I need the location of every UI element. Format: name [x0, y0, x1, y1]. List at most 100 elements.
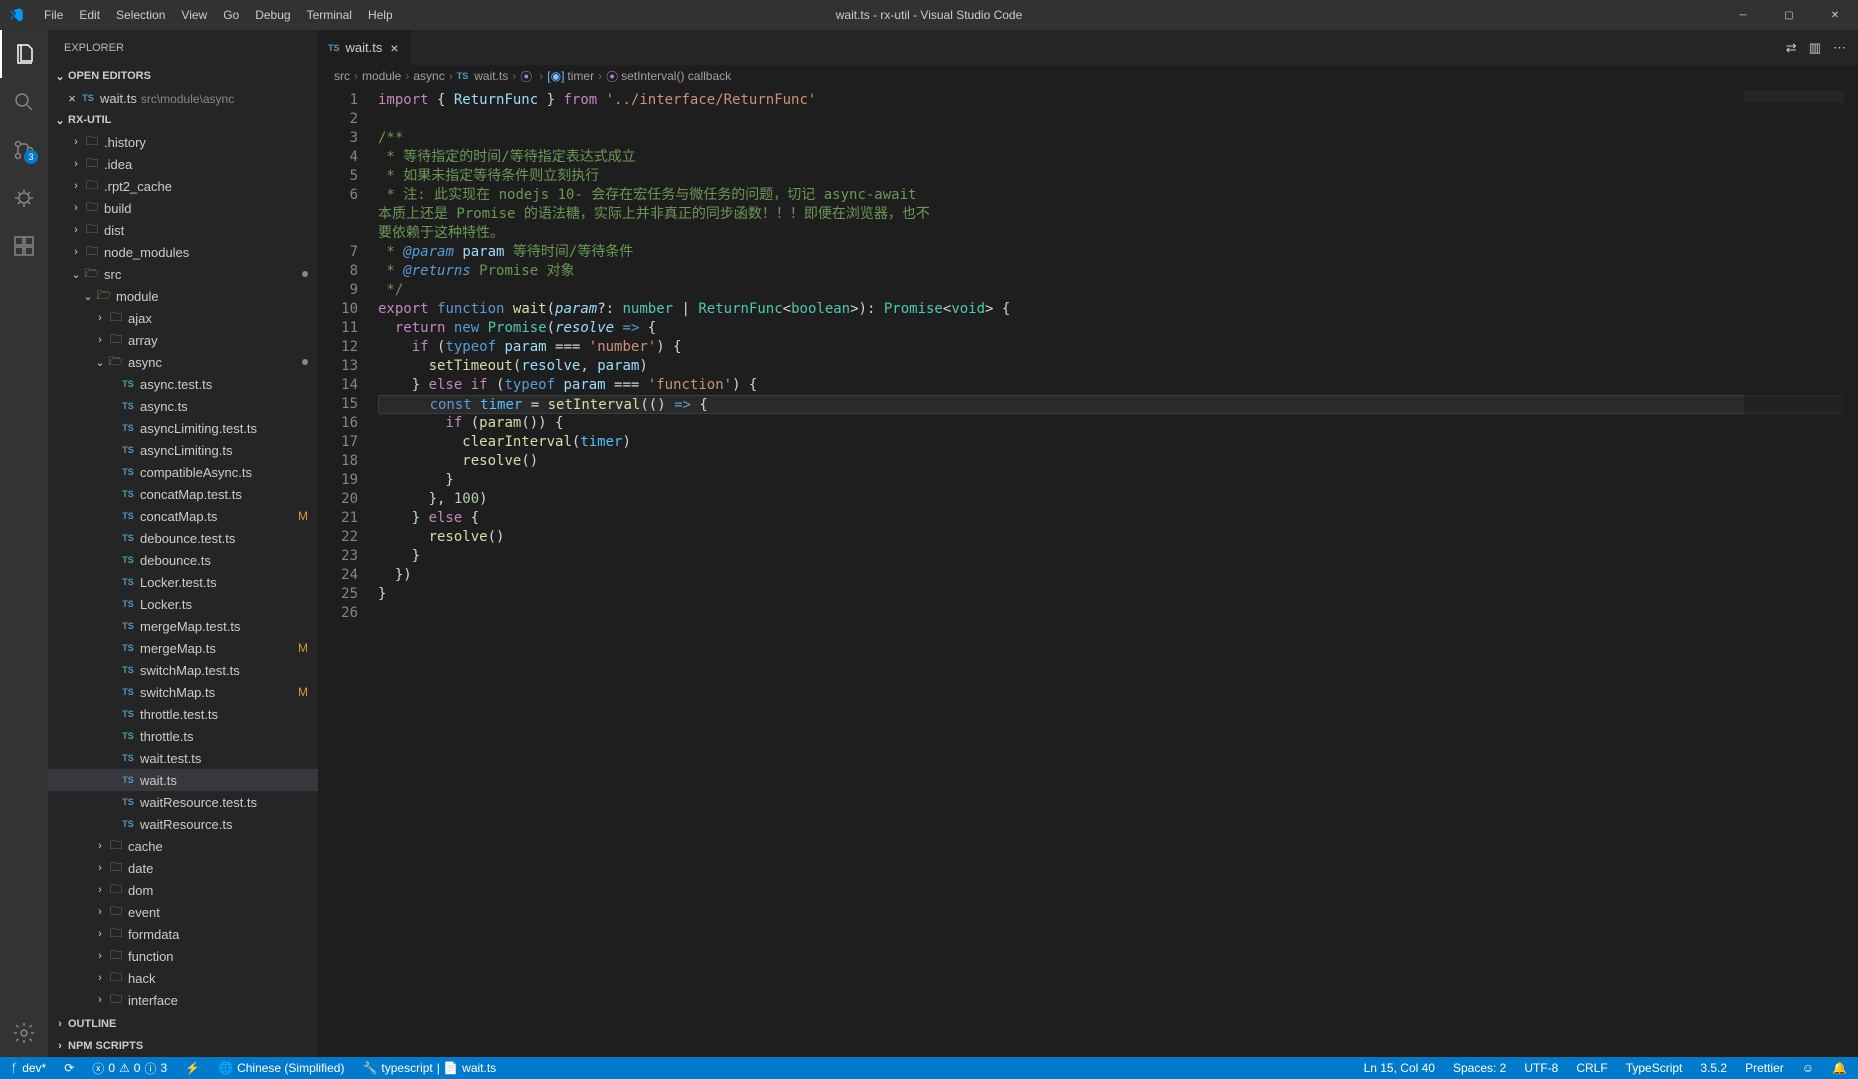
code-line-6[interactable]: * 注: 此实现在 nodejs 10- 会存在宏任务与微任务的问题，切记 as… [378, 186, 938, 243]
code-line-12[interactable]: if (typeof param === 'number') { [378, 338, 1858, 357]
folder-.idea[interactable]: ›🗀.idea [48, 153, 318, 175]
breadcrumb-item[interactable]: TSwait.ts [457, 69, 509, 83]
menu-debug[interactable]: Debug [247, 4, 298, 26]
code-line-16[interactable]: if (param()) { [378, 414, 1858, 433]
folder-formdata[interactable]: ›🗀formdata [48, 923, 318, 945]
minimap[interactable] [1744, 87, 1844, 1057]
file-waitResource.ts[interactable]: TSwaitResource.ts [48, 813, 318, 835]
file-throttle.test.ts[interactable]: TSthrottle.test.ts [48, 703, 318, 725]
folder-src[interactable]: ⌄🗁src [48, 263, 318, 285]
status-feedback-icon[interactable]: ☺ [1799, 1061, 1817, 1075]
folder-function[interactable]: ›🗀function [48, 945, 318, 967]
status-problems[interactable]: ⓧ 0 ⚠ 0 ⓘ 3 [89, 1060, 170, 1077]
npm-scripts-header[interactable]: › NPM SCRIPTS [48, 1035, 318, 1057]
code-line-19[interactable]: } [378, 471, 1858, 490]
file-debounce.test.ts[interactable]: TSdebounce.test.ts [48, 527, 318, 549]
file-debounce.ts[interactable]: TSdebounce.ts [48, 549, 318, 571]
code-line-21[interactable]: } else { [378, 509, 1858, 528]
menu-go[interactable]: Go [215, 4, 247, 26]
file-Locker.ts[interactable]: TSLocker.ts [48, 593, 318, 615]
open-editors-header[interactable]: ⌄ OPEN EDITORS [48, 65, 318, 87]
close-button[interactable]: ✕ [1812, 0, 1858, 30]
folder-dom[interactable]: ›🗀dom [48, 879, 318, 901]
breadcrumb-item[interactable]: ⦿ [520, 68, 535, 85]
folder-cache[interactable]: ›🗀cache [48, 835, 318, 857]
folder-event[interactable]: ›🗀event [48, 901, 318, 923]
code-line-20[interactable]: }, 100) [378, 490, 1858, 509]
code-line-15[interactable]: const timer = setInterval(() => { [378, 395, 1858, 414]
code-line-24[interactable]: }) [378, 566, 1858, 585]
code-line-17[interactable]: clearInterval(timer) [378, 433, 1858, 452]
code-line-25[interactable]: } [378, 585, 1858, 604]
breadcrumb-item[interactable]: async [413, 69, 444, 83]
vertical-scrollbar[interactable] [1844, 87, 1858, 1057]
code-line-5[interactable]: * 如果未指定等待条件则立刻执行 [378, 167, 1858, 186]
status-live[interactable]: ⚡ [182, 1061, 203, 1075]
file-asyncLimiting.test.ts[interactable]: TSasyncLimiting.test.ts [48, 417, 318, 439]
code-line-13[interactable]: setTimeout(resolve, param) [378, 357, 1858, 376]
code-line-7[interactable]: * @param param 等待时间/等待条件 [378, 243, 1858, 262]
folder-node_modules[interactable]: ›🗀node_modules [48, 241, 318, 263]
code-line-18[interactable]: resolve() [378, 452, 1858, 471]
folder-dist[interactable]: ›🗀dist [48, 219, 318, 241]
breadcrumbs[interactable]: src›module›async›TSwait.ts›⦿ ›[◉]timer›⦿… [318, 65, 1858, 87]
activity-settings[interactable] [0, 1009, 48, 1057]
folder-array[interactable]: ›🗀array [48, 329, 318, 351]
status-encoding[interactable]: UTF-8 [1521, 1061, 1561, 1075]
activity-extensions[interactable] [0, 222, 48, 270]
project-header[interactable]: ⌄ RX-UTIL [48, 109, 318, 131]
activity-explorer[interactable] [0, 30, 48, 78]
minimize-button[interactable]: ─ [1720, 0, 1766, 30]
file-waitResource.test.ts[interactable]: TSwaitResource.test.ts [48, 791, 318, 813]
file-tree[interactable]: ›🗀.history›🗀.idea›🗀.rpt2_cache›🗀build›🗀d… [48, 131, 318, 1013]
code-line-26[interactable] [378, 604, 1858, 623]
more-actions-icon[interactable]: ⋯ [1833, 40, 1846, 56]
file-async.test.ts[interactable]: TSasync.test.ts [48, 373, 318, 395]
breadcrumb-item[interactable]: module [362, 69, 401, 83]
status-branch[interactable]: ᚶ dev* [8, 1061, 49, 1075]
menu-file[interactable]: File [36, 4, 71, 26]
file-Locker.test.ts[interactable]: TSLocker.test.ts [48, 571, 318, 593]
code-line-9[interactable]: */ [378, 281, 1858, 300]
folder-interface[interactable]: ›🗀interface [48, 989, 318, 1011]
code-line-1[interactable]: import { ReturnFunc } from '../interface… [378, 91, 1858, 110]
file-async.ts[interactable]: TSasync.ts [48, 395, 318, 417]
file-throttle.ts[interactable]: TSthrottle.ts [48, 725, 318, 747]
file-wait.test.ts[interactable]: TSwait.test.ts [48, 747, 318, 769]
tab-wait-ts[interactable]: TS wait.ts × [318, 30, 412, 65]
menu-view[interactable]: View [173, 4, 215, 26]
activity-debug[interactable] [0, 174, 48, 222]
status-ts-version[interactable]: 3.5.2 [1697, 1061, 1730, 1075]
menu-edit[interactable]: Edit [71, 4, 108, 26]
code-line-10[interactable]: export function wait(param?: number | Re… [378, 300, 1858, 319]
folder-build[interactable]: ›🗀build [48, 197, 318, 219]
folder-date[interactable]: ›🗀date [48, 857, 318, 879]
status-eol[interactable]: CRLF [1573, 1061, 1610, 1075]
folder-async[interactable]: ⌄🗁async [48, 351, 318, 373]
folder-.rpt2_cache[interactable]: ›🗀.rpt2_cache [48, 175, 318, 197]
split-editor-icon[interactable]: ▥ [1809, 40, 1821, 56]
status-language-mode[interactable]: TypeScript [1623, 1061, 1686, 1075]
file-switchMap.ts[interactable]: TSswitchMap.tsM [48, 681, 318, 703]
code-line-3[interactable]: /** [378, 129, 1858, 148]
code-line-23[interactable]: } [378, 547, 1858, 566]
file-compatibleAsync.ts[interactable]: TScompatibleAsync.ts [48, 461, 318, 483]
folder-ajax[interactable]: ›🗀ajax [48, 307, 318, 329]
code-content[interactable]: import { ReturnFunc } from '../interface… [378, 87, 1858, 1057]
file-switchMap.test.ts[interactable]: TSswitchMap.test.ts [48, 659, 318, 681]
file-asyncLimiting.ts[interactable]: TSasyncLimiting.ts [48, 439, 318, 461]
status-prettier[interactable]: Prettier [1742, 1061, 1787, 1075]
status-notifications-icon[interactable]: 🔔 [1829, 1061, 1850, 1075]
outline-header[interactable]: › OUTLINE [48, 1013, 318, 1035]
compare-changes-icon[interactable]: ⇄ [1786, 40, 1797, 56]
folder-hack[interactable]: ›🗀hack [48, 967, 318, 989]
folder-module[interactable]: ⌄🗁module [48, 285, 318, 307]
folder-.history[interactable]: ›🗀.history [48, 131, 318, 153]
maximize-button[interactable]: ▢ [1766, 0, 1812, 30]
code-line-2[interactable] [378, 110, 1858, 129]
open-editor-item[interactable]: × TS wait.tssrc\module\async [48, 87, 318, 109]
breadcrumb-item[interactable]: ⦿ setInterval() callback [606, 68, 731, 85]
code-line-4[interactable]: * 等待指定的时间/等待指定表达式成立 [378, 148, 1858, 167]
code-line-14[interactable]: } else if (typeof param === 'function') … [378, 376, 1858, 395]
breadcrumb-item[interactable]: [◉]timer [547, 69, 594, 83]
